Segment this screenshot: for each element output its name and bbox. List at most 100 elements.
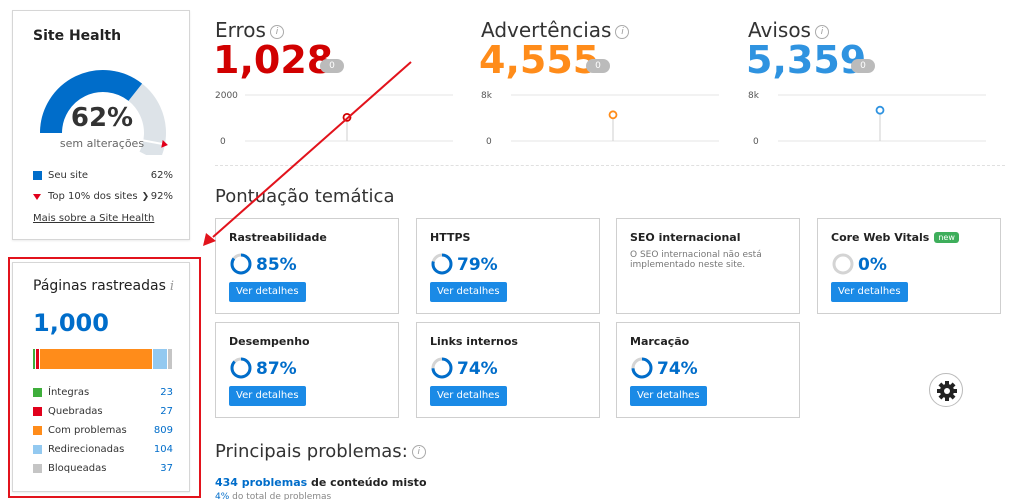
thematic-card: Core Web Vitals new 0% Ver detalhes <box>817 218 1001 314</box>
top-issues-title: Principais problemas: i <box>215 441 426 462</box>
legend-label: Redirecionadas <box>48 444 125 455</box>
thematic-card-score[interactable]: 74% <box>457 359 498 379</box>
legend-label: Bloqueadas <box>48 463 107 474</box>
legend-value[interactable]: 23 <box>160 387 173 398</box>
view-details-button[interactable]: Ver detalhes <box>430 386 507 406</box>
thematic-card: Desempenho 87% Ver detalhes <box>215 322 399 418</box>
thematic-card-score[interactable]: 85% <box>256 255 297 275</box>
pages-crawled-total[interactable]: 1,000 <box>33 309 109 337</box>
legend-top-sites-label: Top 10% dos sites <box>48 191 138 202</box>
thematic-card: Marcação 74% Ver detalhes <box>616 322 800 418</box>
score-ring-icon <box>431 357 453 379</box>
thematic-card-name: HTTPS <box>430 231 470 244</box>
y-tick-top: 2000 <box>215 91 238 101</box>
legend-your-site-label: Seu site <box>48 170 89 181</box>
thematic-card-score[interactable]: 87% <box>256 359 297 379</box>
pages-crawled-title-text: Páginas rastreadas <box>33 278 166 294</box>
y-tick-bottom: 0 <box>486 137 492 147</box>
site-health-percent: 62% <box>70 103 134 133</box>
bar-segment[interactable] <box>167 349 173 369</box>
legend-swatch <box>33 407 42 416</box>
issue-item: 434 problemas de conteúdo misto <box>215 476 427 489</box>
legend-label: Quebradas <box>48 406 103 417</box>
thematic-card-name-text: Marcação <box>630 335 690 348</box>
legend-swatch <box>33 388 42 397</box>
issue-count-link[interactable]: 434 problemas <box>215 476 307 489</box>
gear-icon <box>937 381 957 401</box>
score-ring-icon <box>431 253 453 275</box>
trend-point <box>608 110 618 120</box>
warnings-trend-chart: 8k 0 <box>481 91 719 147</box>
metric-value-warnings[interactable]: 4,555 <box>479 38 599 82</box>
legend-swatch <box>33 426 42 435</box>
thematic-card: SEO internacional O SEO internacional não… <box>616 218 800 314</box>
section-divider <box>215 165 1005 166</box>
pages-legend-row[interactable]: Quebradas 27 <box>33 406 173 417</box>
thematic-card-score[interactable]: 79% <box>457 255 498 275</box>
thematic-card-desc: O SEO internacional não está implementad… <box>630 250 762 270</box>
view-details-button[interactable]: Ver detalhes <box>229 282 306 302</box>
legend-value[interactable]: 809 <box>154 425 173 436</box>
notices-badge: 0 <box>851 59 875 73</box>
pages-crawled-card: Páginas rastreadas i 1,000 Íntegras 23 Queb… <box>12 262 190 492</box>
chevron-down-icon[interactable]: ❯ <box>142 192 150 202</box>
issue-share: 4% do total de problemas <box>215 492 331 500</box>
score-ring-icon <box>230 253 252 275</box>
legend-top-sites[interactable]: Top 10% dos sites ❯ 92% <box>33 191 173 202</box>
thematic-card-score[interactable]: 74% <box>657 359 698 379</box>
score-ring-icon <box>832 253 854 275</box>
view-details-button[interactable]: Ver detalhes <box>831 282 908 302</box>
y-tick-top: 8k <box>748 91 760 101</box>
legend-your-site-value: 62% <box>150 170 173 181</box>
legend-value[interactable]: 104 <box>154 444 173 455</box>
settings-button[interactable] <box>929 373 963 407</box>
info-icon[interactable]: i <box>411 445 426 459</box>
triangle-down-icon <box>33 193 41 200</box>
view-details-button[interactable]: Ver detalhes <box>229 386 306 406</box>
thematic-card: Links internos 74% Ver detalhes <box>416 322 600 418</box>
thematic-card-score[interactable]: 0% <box>858 255 887 275</box>
metric-value-errors[interactable]: 1,028 <box>213 38 333 82</box>
pages-distribution-bar <box>33 349 173 369</box>
pages-legend-row[interactable]: Bloqueadas 37 <box>33 463 173 474</box>
score-ring-icon <box>631 357 653 379</box>
issue-text: de conteúdo misto <box>307 476 427 489</box>
thematic-card-name-text: Desempenho <box>229 335 310 348</box>
errors-badge: 0 <box>320 59 344 73</box>
thematic-card-name: Marcação <box>630 335 689 348</box>
info-icon[interactable]: i <box>615 24 630 39</box>
errors-trend-chart: 2000 0 <box>215 91 453 147</box>
bar-segment[interactable] <box>39 349 154 369</box>
legend-value[interactable]: 27 <box>160 406 173 417</box>
info-icon[interactable]: i <box>814 24 829 39</box>
metric-value-notices[interactable]: 5,359 <box>746 38 866 82</box>
pages-legend-row[interactable]: Redirecionadas 104 <box>33 444 173 455</box>
thematic-card-name: Links internos <box>430 335 518 348</box>
site-health-title: Site Health <box>33 28 122 44</box>
pages-legend-row[interactable]: Íntegras 23 <box>33 387 173 398</box>
notices-trend-chart: 8k 0 <box>748 91 986 147</box>
trend-point <box>875 105 885 115</box>
view-details-button[interactable]: Ver detalhes <box>630 386 707 406</box>
legend-top-sites-value: 92% <box>150 191 173 202</box>
pages-legend-row[interactable]: Com problemas 809 <box>33 425 173 436</box>
y-tick-bottom: 0 <box>220 137 226 147</box>
new-badge: new <box>934 232 959 243</box>
info-icon[interactable]: i <box>269 24 284 39</box>
thematic-title: Pontuação temática <box>215 186 395 207</box>
score-ring-icon <box>230 357 252 379</box>
thematic-card-name-text: Links internos <box>430 335 518 348</box>
thematic-card-name: SEO internacional <box>630 231 741 244</box>
bar-segment[interactable] <box>153 349 168 369</box>
thematic-card: Rastreabilidade 85% Ver detalhes <box>215 218 399 314</box>
info-icon[interactable]: i <box>170 279 174 294</box>
thematic-card-name: Core Web Vitals new <box>831 231 959 244</box>
legend-value[interactable]: 37 <box>160 463 173 474</box>
site-health-more-link[interactable]: Mais sobre a Site Health <box>33 213 154 224</box>
thematic-card-name-text: Rastreabilidade <box>229 231 327 244</box>
thematic-card-name-text: SEO internacional <box>630 231 741 244</box>
legend-label: Com problemas <box>48 425 127 436</box>
view-details-button[interactable]: Ver detalhes <box>430 282 507 302</box>
trend-point <box>342 112 352 122</box>
warnings-badge: 0 <box>586 59 610 73</box>
